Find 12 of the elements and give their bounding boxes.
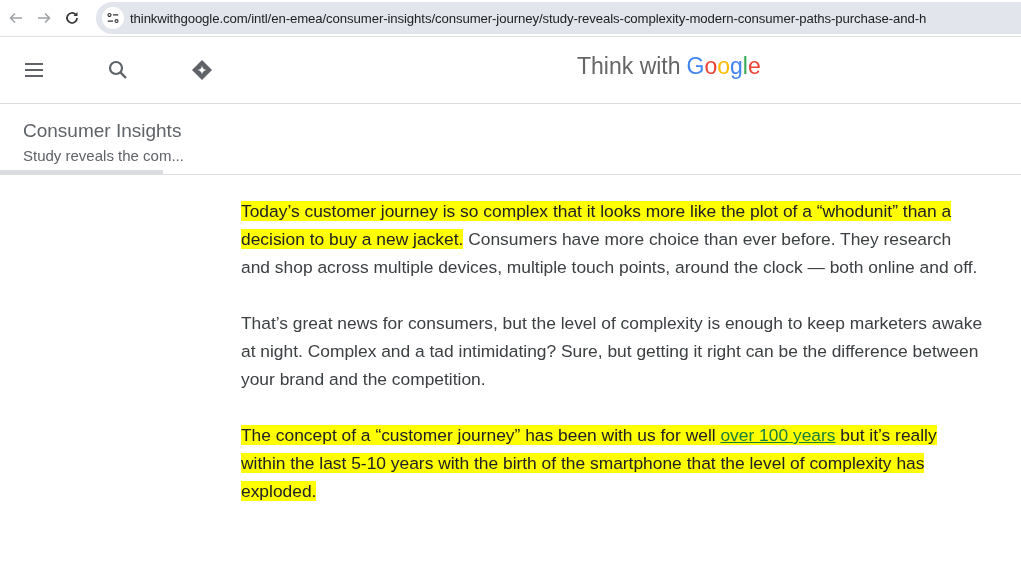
article-paragraph: Today’s customer journey is so complex that it looks more like the plot of a “whodunit” than a decision to buy a new jacket. Consumers have more choice than ever before. They research and shop across multiple devices, multiple touch points, around the clock — both online and off. <box>241 200 979 279</box>
site-settings-icon[interactable] <box>102 7 124 29</box>
site-logo[interactable]: Think with Google <box>577 53 761 80</box>
article-paragraph: The concept of a “customer journey” has been with us for well over 100 years but it’s really within the last 5-10 years with the birth of the smartphone that the level of complexity has exploded. <box>241 424 938 503</box>
address-bar[interactable]: thinkwithgoogle.com/intl/en-emea/consumer-insights/consumer-journey/study-reveals-complexity-modern-consumer-paths-purchase-and-h <box>96 2 1021 34</box>
reload-icon[interactable] <box>64 10 80 26</box>
article-paragraph: That’s great news for consumers, but the level of complexity is enough to keep marketers awake at night. Complex and a tad intimidating? Sure, but getting it right can be the difference between your brand and the competition. <box>241 312 983 391</box>
article-title: Study reveals the com... <box>23 147 185 164</box>
url-text: thinkwithgoogle.com/intl/en-emea/consumer-insights/consumer-journey/study-reveals-complexity-modern-consumer-paths-purchase-and-h <box>130 10 927 26</box>
sparkle-icon[interactable] <box>190 58 214 82</box>
article-link[interactable]: over 100 years <box>720 425 836 445</box>
section-title[interactable]: Consumer Insights <box>23 120 1021 142</box>
